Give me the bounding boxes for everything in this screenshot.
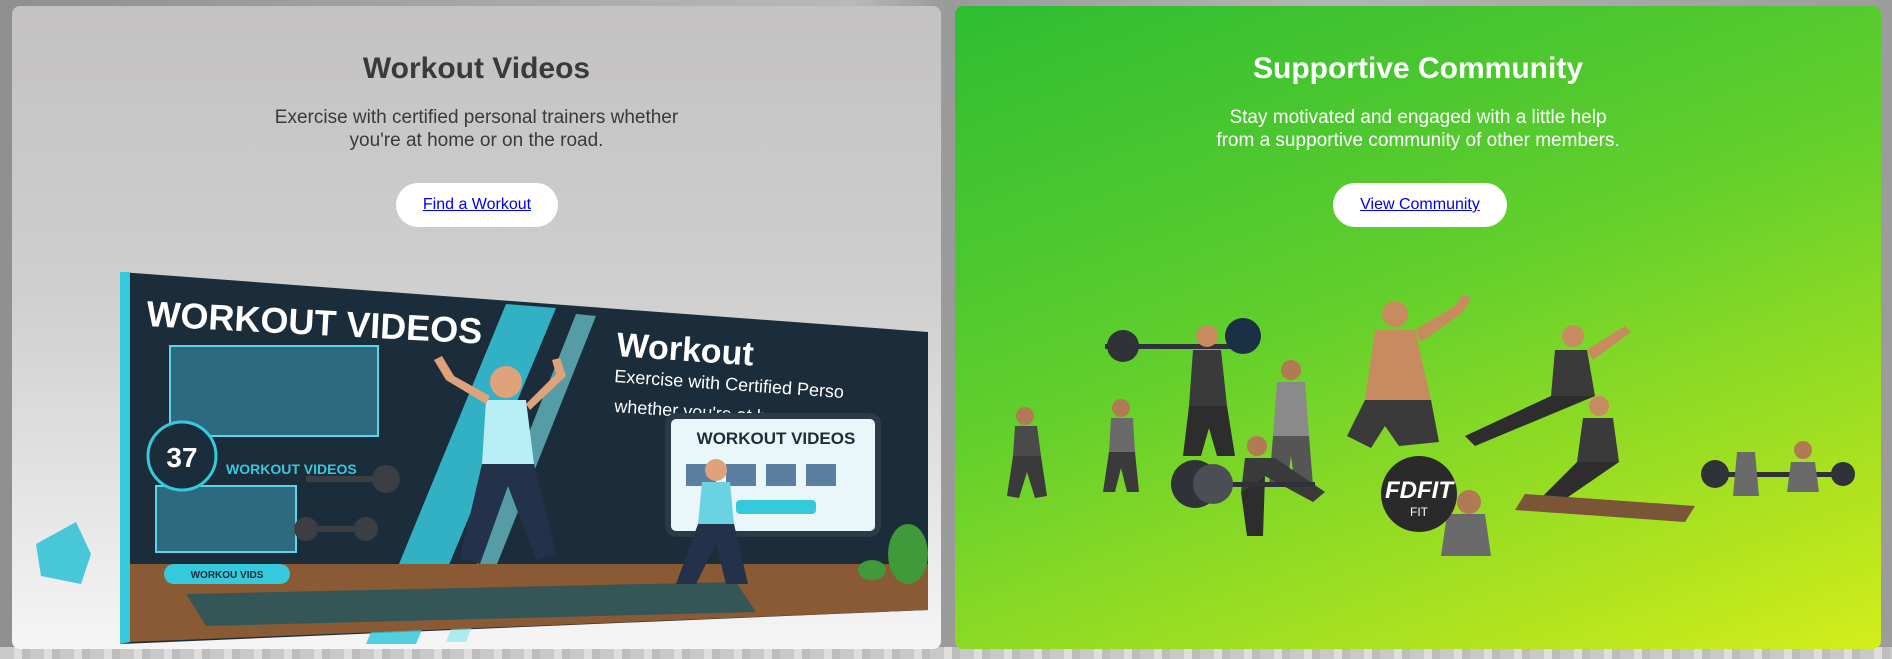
fdfit-logo: FDFIT FIT bbox=[1381, 456, 1457, 532]
video-thumbnail bbox=[169, 345, 379, 437]
barbell bbox=[1701, 460, 1855, 488]
supportive-community-card: Supportive Community Stay motivated and … bbox=[955, 6, 1881, 649]
decorative-cyan-shape bbox=[36, 522, 91, 584]
supportive-community-description: Stay motivated and engaged with a little… bbox=[955, 106, 1881, 152]
workout-videos-description: Exercise with certified personal trainer… bbox=[12, 106, 941, 152]
find-a-workout-button[interactable]: Find a Workout bbox=[396, 183, 558, 227]
workout-videos-image: WORKOUT VIDEOS Workout Exercise with Cer… bbox=[36, 272, 928, 644]
workout-videos-card: Workout Videos Exercise with certified p… bbox=[12, 6, 941, 649]
athlete-figure bbox=[1787, 441, 1819, 492]
athlete-figure bbox=[1347, 296, 1471, 448]
athlete-figure bbox=[1007, 407, 1047, 498]
workout-description-line-2: you're at home or on the road. bbox=[349, 130, 604, 151]
community-description-line-2: from a supportive community of other mem… bbox=[1216, 130, 1620, 151]
wooden-board bbox=[1515, 494, 1695, 522]
barbell bbox=[1105, 318, 1261, 362]
logo-subtext: FIT bbox=[1410, 505, 1429, 519]
workout-description-line-1: Exercise with certified personal trainer… bbox=[274, 107, 679, 128]
banner-footer-label: WORKOU VIDS bbox=[191, 570, 264, 581]
athlete-figure bbox=[1733, 452, 1759, 496]
community-description-line-1: Stay motivated and engaged with a little… bbox=[1229, 107, 1607, 128]
athlete-figure bbox=[1103, 399, 1139, 492]
logo-text: FDFIT bbox=[1385, 477, 1455, 504]
community-athletes-image: FDFIT FIT bbox=[1007, 296, 1855, 556]
workout-videos-title: Workout Videos bbox=[362, 52, 591, 85]
monitor-title: WORKOUT VIDEOS bbox=[697, 429, 856, 448]
video-thumbnail bbox=[155, 485, 297, 553]
supportive-community-title: Supportive Community bbox=[1252, 52, 1583, 85]
badge-label: WORKOUT VIDEOS bbox=[226, 461, 357, 477]
view-community-button[interactable]: View Community bbox=[1333, 183, 1507, 227]
badge-number: 37 bbox=[166, 442, 197, 473]
